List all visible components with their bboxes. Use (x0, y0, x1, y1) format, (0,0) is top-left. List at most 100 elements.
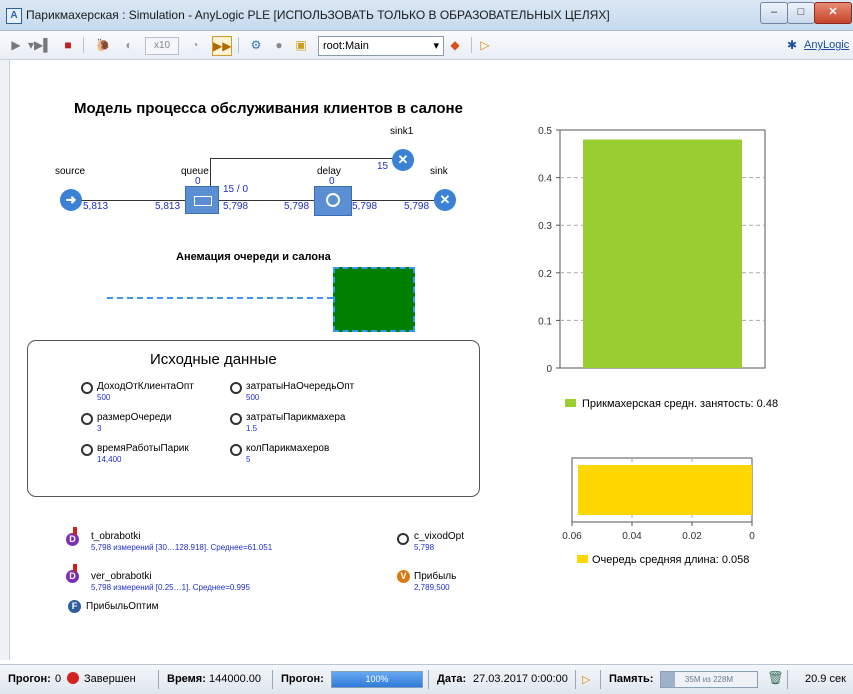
left-panel-strip (0, 60, 10, 660)
parameter-icon[interactable] (81, 413, 93, 425)
run-value: 0 (55, 673, 62, 685)
anylogic-logo-icon: ✱ (786, 38, 798, 52)
queue-block[interactable] (185, 186, 219, 214)
title-bar: A Парикмахерская : Simulation - AnyLogic… (0, 0, 853, 31)
virtual-time-icon[interactable]: ▶▶ (212, 36, 232, 56)
memory-bar: 35M из 228M (660, 671, 758, 688)
progress-label: Прогон: (281, 673, 324, 685)
chevron-down-icon: ▾ (433, 40, 439, 52)
legend-swatch (577, 555, 588, 563)
c-vixodopt-value[interactable]: 5,798 (414, 543, 434, 552)
salon-animation-box (333, 267, 415, 332)
param-value[interactable]: 500 (97, 393, 110, 402)
trash-icon[interactable]: 🗑 (767, 670, 784, 686)
parameter-icon[interactable] (81, 444, 93, 456)
legend-label: Очередь средняя длина: 0.058 (592, 554, 749, 566)
speed-up-icon[interactable]: ◐ (120, 35, 138, 55)
occupancy-bar-chart: 0 0.1 0.2 0.3 0.4 0.5 Прикмахерская средн. зан… (538, 126, 778, 410)
param-name: затратыНаОчередьОпт (246, 381, 355, 392)
toolbar: ▶ ▾▶▌ ■ 🐌 ◐ x10 ◔ ▶▶ ⚙ ● ▣ root:Main ▾ ◆ … (0, 31, 853, 60)
x-tick-label: 0.02 (682, 531, 702, 542)
navigate-icon[interactable]: ⚙ (247, 35, 265, 55)
pribyl-optim-label: ПрибыльОптим (86, 601, 159, 612)
queue-out-count: 5,798 (223, 201, 249, 212)
parameters-title: Исходные данные (150, 351, 277, 368)
stop-icon[interactable]: ■ (60, 35, 76, 55)
sink1-in-count: 15 (377, 161, 389, 172)
parameter-icon[interactable] (230, 382, 242, 394)
y-tick-label: 0.3 (538, 221, 552, 232)
c-vixodopt-name: c_vixodOpt (414, 531, 465, 542)
speed-indicator: x10 (145, 37, 179, 55)
legend-label: Прикмахерская средн. занятость: 0.48 (582, 398, 778, 410)
legend-swatch (565, 399, 576, 407)
close-button[interactable]: ✕ (814, 2, 852, 24)
experiment-icon[interactable]: ▷ (478, 35, 492, 55)
source-label: source (55, 166, 86, 177)
y-tick-label: 0 (546, 364, 552, 375)
y-tick-label: 0.1 (538, 316, 552, 327)
param-value[interactable]: 5 (246, 455, 250, 464)
root-icon[interactable]: ▣ (292, 35, 310, 55)
ver-obrabotki-name: ver_obrabotki (91, 571, 152, 582)
param-value[interactable]: 14,400 (97, 455, 121, 464)
param-name: ДоходОтКлиентаОпт (97, 381, 194, 392)
bar-queue-length (578, 465, 752, 515)
y-tick-label: 0.4 (538, 174, 552, 185)
t-obrabotki-name: t_obrabotki (91, 531, 141, 542)
minimize-button[interactable]: – (760, 2, 788, 24)
pribyl-name: Прибыль (414, 571, 457, 582)
progress-bar: 100% (331, 671, 423, 688)
date-label: Дата: (437, 673, 467, 685)
clock-icon (326, 193, 340, 207)
progress-text: 100% (365, 674, 389, 684)
slow-down-icon[interactable]: 🐌 (94, 35, 112, 55)
parameter-icon[interactable] (230, 413, 242, 425)
camera-icon[interactable]: ● (270, 35, 288, 55)
queue-length-bar-chart: 0.06 0.04 0.02 0 Очередь средняя длина: 0.05… (562, 457, 755, 566)
pribyl-value: 2,789,500 (414, 583, 450, 592)
parameter-icon[interactable] (230, 444, 242, 456)
maximize-button[interactable]: □ (787, 2, 815, 24)
param-name: затратыПарикмахера (246, 412, 346, 423)
ver-obrabotki-value: 5,798 измерений [0.25…1]. Среднее=0.995 (91, 583, 250, 592)
parameter-icon[interactable] (397, 533, 409, 545)
elapsed-time: 20.9 сек (805, 673, 846, 685)
y-tick-label: 0.2 (538, 269, 552, 280)
sink-block[interactable]: ✕ (434, 189, 456, 211)
sink-in-count: 5,798 (404, 201, 430, 212)
t-obrabotki-value: 5,798 измерений [30…128.918]. Среднее=61… (91, 543, 273, 552)
parameter-icon[interactable] (81, 382, 93, 394)
param-value[interactable]: 3 (97, 424, 101, 433)
time-value: 144000.00 (209, 673, 261, 685)
root-selector[interactable]: root:Main ▾ (318, 36, 444, 56)
window-title: Парикмахерская : Simulation - AnyLogic P… (26, 8, 610, 22)
experiment-status-icon[interactable]: ▷ (582, 673, 590, 686)
anylogic-link[interactable]: AnyLogic (804, 35, 849, 55)
stop-status-icon (67, 672, 79, 684)
fire-icon[interactable]: ◆ (446, 35, 464, 55)
x-tick-label: 0.04 (622, 531, 642, 542)
function-icon[interactable]: F (68, 600, 81, 613)
param-value[interactable]: 1.5 (246, 424, 257, 433)
param-name: времяРаботыПарик (97, 443, 189, 454)
delay-block[interactable] (314, 186, 352, 216)
sink-label: sink (430, 166, 448, 177)
step-icon[interactable]: ▾▶▌ (28, 35, 52, 55)
model-title: Модель процесса обслуживания клиентов в … (74, 100, 463, 117)
sink1-label: sink1 (390, 126, 414, 137)
run-icon[interactable]: ▶ (8, 35, 24, 55)
realtime-icon[interactable]: ◔ (186, 35, 204, 55)
queue-slots-icon (194, 196, 212, 206)
param-name: колПарикмахеров (246, 443, 330, 454)
param-value[interactable]: 500 (246, 393, 259, 402)
y-tick-label: 0.5 (538, 126, 552, 137)
source-block[interactable]: ➜ (60, 189, 82, 211)
queue-animation-line (107, 297, 333, 299)
app-icon: A (6, 8, 22, 24)
variable-icon[interactable]: V (397, 570, 410, 583)
sink1-block[interactable]: ✕ (392, 149, 414, 171)
animation-title: Анемация очереди и салона (176, 251, 331, 263)
queue-capacity: 15 / 0 (223, 184, 249, 195)
status-bar: Прогон: 0 Завершен Время: 144000.00 Прог… (0, 664, 853, 694)
